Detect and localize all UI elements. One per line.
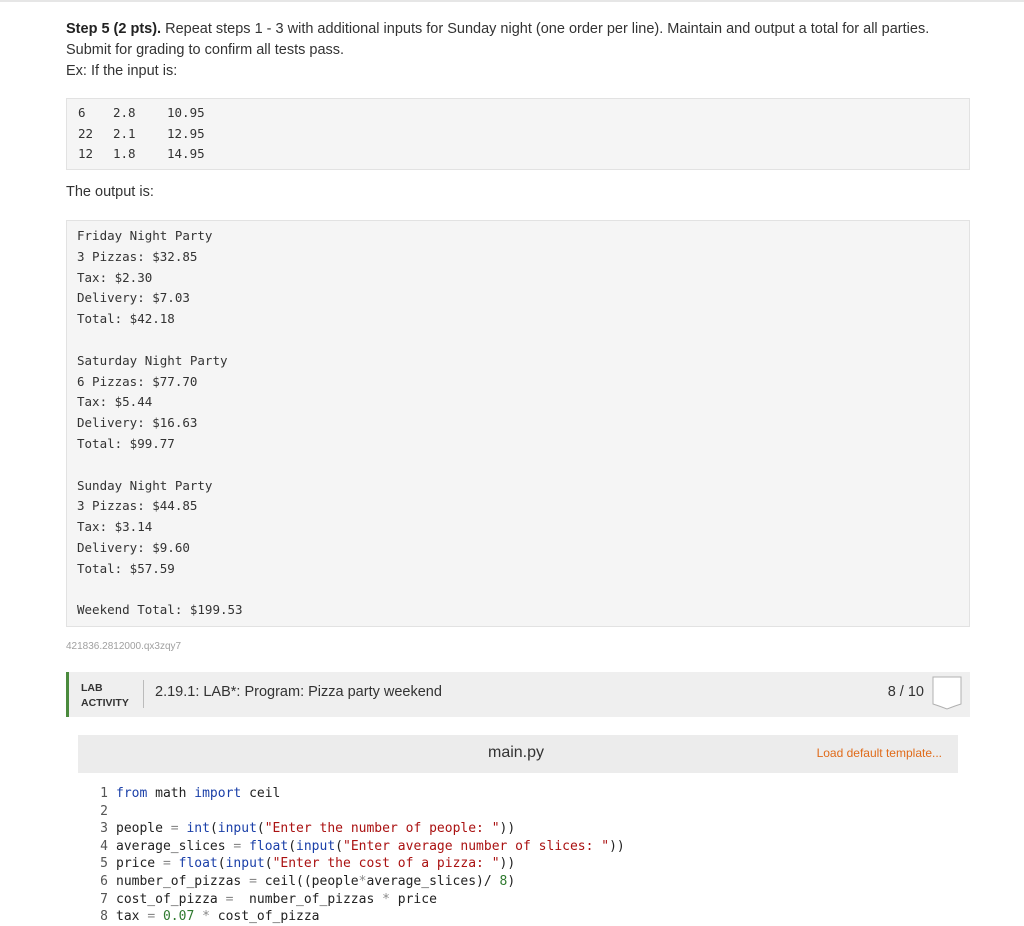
input-people: 6 bbox=[78, 104, 86, 120]
input-slices: 2.8 bbox=[113, 104, 136, 120]
line-number: 7 bbox=[100, 891, 108, 907]
top-divider bbox=[0, 0, 1024, 2]
code-lines: 1 from math import ceil 2 3 people = int(i… bbox=[90, 785, 625, 926]
lab-title: 2.19.1: LAB*: Program: Pizza party weeke… bbox=[155, 684, 442, 700]
example-input-row: 12 1.8 14.95 bbox=[78, 143, 205, 164]
code-line: 6 number_of_pizzas = ceil((people*average… bbox=[90, 873, 625, 891]
lab-type-line2: ACTIVITY bbox=[81, 697, 129, 709]
code-text: average_slices = float(input("Enter aver… bbox=[116, 838, 625, 854]
input-slices: 2.1 bbox=[113, 125, 136, 141]
line-number: 4 bbox=[100, 838, 108, 854]
file-name: main.py bbox=[488, 744, 545, 761]
code-editor-panel: main.py Load default template... 1 from m… bbox=[78, 735, 958, 924]
code-text: from math import ceil bbox=[116, 786, 281, 801]
example-input-table: 6 2.8 10.95 22 2.1 12.95 12 1.8 14.95 bbox=[78, 102, 205, 164]
completion-badge-icon bbox=[932, 676, 962, 710]
editor-header: main.py Load default template... bbox=[78, 735, 958, 774]
code-editor[interactable]: 1 from math import ceil 2 3 people = int(i… bbox=[78, 773, 958, 924]
line-number: 8 bbox=[100, 909, 108, 925]
example-intro: Ex: If the input is: bbox=[66, 63, 178, 79]
step-text: Repeat steps 1 - 3 with additional input… bbox=[165, 21, 930, 37]
header-divider bbox=[143, 680, 144, 708]
code-line: 2 bbox=[90, 803, 625, 821]
input-slices: 1.8 bbox=[113, 146, 136, 162]
load-default-template-link[interactable]: Load default template... bbox=[817, 746, 942, 760]
lab-type-line1: LAB bbox=[81, 682, 103, 694]
line-number: 3 bbox=[100, 821, 108, 837]
step-label: Step 5 (2 pts). bbox=[66, 21, 162, 37]
content-id: 421836.2812000.qx3zqy7 bbox=[66, 641, 182, 652]
code-text: tax = 0.07 * cost_of_pizza bbox=[116, 909, 320, 925]
code-text: people = int(input("Enter the number of … bbox=[116, 821, 516, 837]
output-intro: The output is: bbox=[66, 184, 154, 200]
input-price: 12.95 bbox=[167, 125, 205, 141]
example-output-text: Friday Night Party 3 Pizzas: $32.85 Tax:… bbox=[77, 228, 243, 618]
code-line: 7 cost_of_pizza = number_of_pizzas * pric… bbox=[90, 891, 625, 909]
line-number: 2 bbox=[100, 803, 108, 819]
line-number: 1 bbox=[100, 786, 108, 801]
example-input-row: 6 2.8 10.95 bbox=[78, 102, 205, 123]
code-line: 8 tax = 0.07 * cost_of_pizza bbox=[90, 908, 625, 926]
lab-score: 8 / 10 bbox=[887, 684, 924, 700]
step-instructions: Step 5 (2 pts). Repeat steps 1 - 3 with … bbox=[66, 19, 970, 82]
lab-activity-header: LAB ACTIVITY 2.19.1: LAB*: Program: Pizz… bbox=[66, 672, 970, 717]
code-text: cost_of_pizza = number_of_pizzas * price bbox=[116, 891, 437, 907]
step-paragraph: Step 5 (2 pts). Repeat steps 1 - 3 with … bbox=[66, 19, 970, 40]
input-price: 10.95 bbox=[167, 104, 205, 120]
code-line: 5 price = float(input("Enter the cost of … bbox=[90, 855, 625, 873]
example-input-row: 22 2.1 12.95 bbox=[78, 123, 205, 144]
example-input-box: 6 2.8 10.95 22 2.1 12.95 12 1.8 14.95 bbox=[66, 98, 970, 170]
code-line: 1 from math import ceil bbox=[90, 785, 625, 803]
code-line: 4 average_slices = float(input("Enter ave… bbox=[90, 838, 625, 856]
submit-text: Submit for grading to confirm all tests … bbox=[66, 42, 345, 58]
lab-type-label: LAB ACTIVITY bbox=[81, 681, 129, 711]
line-number: 6 bbox=[100, 873, 108, 889]
code-line: 3 people = int(input("Enter the number of… bbox=[90, 820, 625, 838]
code-text: price = float(input("Enter the cost of a… bbox=[116, 856, 516, 872]
input-people: 12 bbox=[78, 146, 94, 162]
line-number: 5 bbox=[100, 856, 108, 872]
input-people: 22 bbox=[78, 125, 94, 141]
code-text: number_of_pizzas = ceil((people*average_… bbox=[116, 873, 516, 889]
example-output-box: Friday Night Party 3 Pizzas: $32.85 Tax:… bbox=[66, 220, 970, 627]
input-price: 14.95 bbox=[167, 146, 205, 162]
